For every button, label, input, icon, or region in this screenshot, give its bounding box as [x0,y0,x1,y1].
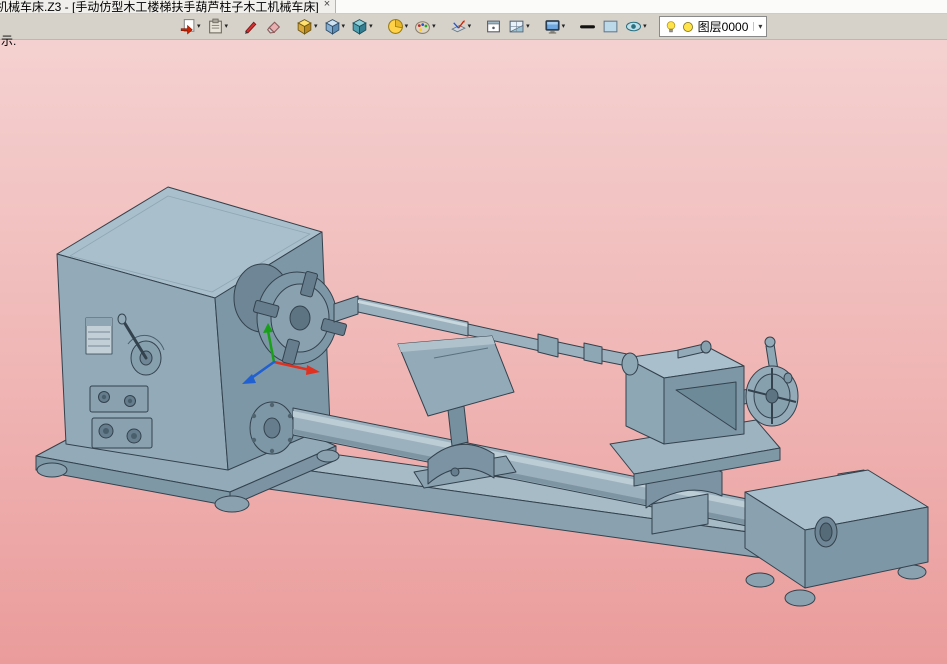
dropdown-caret[interactable]: ▾ [225,23,229,30]
dropdown-caret[interactable]: ▾ [197,23,201,30]
line-width-button[interactable] [576,16,599,38]
dropdown-caret[interactable]: ▾ [432,23,436,30]
toolbar-buttons: ▾ ▾ ▾ ▾ ▾ ▾ ▾ ▾ ▾ ▾ ▾ [176,16,650,38]
dropdown-caret[interactable]: ▾ [643,23,647,30]
swatch-blue-icon [602,18,619,35]
foot-block[interactable] [744,469,929,607]
prompt-text: 示. [1,34,17,48]
dropdown-caret[interactable]: ▾ [369,23,373,30]
dropdown-caret[interactable]: ▾ [405,23,409,30]
viewport[interactable]: 示. [0,34,947,664]
tab-close-button[interactable]: × [324,0,330,10]
layer-combo-caret[interactable]: ▾ [753,22,762,31]
layer-combo[interactable]: 图层0000 ▾ [658,16,768,37]
dropdown-caret[interactable]: ▾ [526,23,530,30]
cube-blue-icon [324,18,341,35]
page-redo-icon [179,18,196,35]
button-panel-upper[interactable] [89,385,149,413]
cube-yellow-icon [296,18,313,35]
annotate-pen-button[interactable] [239,16,262,38]
line-black-icon [579,18,596,35]
pen-red-icon [242,18,259,35]
lathe-model[interactable] [35,186,929,607]
document-title: 机械车床.Z3 - [手动仿型木工楼梯扶手葫芦柱子木工机械车床] [0,0,319,14]
toolbar: ▾ ▾ ▾ ▾ ▾ ▾ ▾ ▾ ▾ ▾ ▾ 图层0000 ▾ [0,14,947,40]
work-plane-button[interactable]: ▾ [447,16,475,38]
document-tab[interactable]: 机械车床.Z3 - [手动仿型木工楼梯扶手葫芦柱子木工机械车床] × [0,0,337,14]
view-standard-button[interactable]: ▾ [321,16,349,38]
view-orientation-button[interactable]: ▾ [293,16,321,38]
monitor-icon [544,18,561,35]
pie-yellow-icon [387,18,404,35]
dropdown-caret[interactable]: ▾ [468,23,472,30]
screen-view-button[interactable]: ▾ [541,16,569,38]
bulb-icon [664,20,678,34]
appearance-palette-button[interactable]: ▾ [411,16,439,38]
palette-icon [414,18,431,35]
view-previous-button[interactable]: ▾ [176,16,204,38]
frame-icon [485,18,502,35]
viewport-window-button[interactable] [482,16,505,38]
spindle-flange[interactable] [249,401,295,455]
clipboard-button[interactable]: ▾ [204,16,232,38]
cube-shaded-icon [351,18,368,35]
layer-combo-value: 图层0000 [697,20,749,34]
eraser-button[interactable] [262,16,285,38]
dropdown-caret[interactable]: ▾ [562,23,566,30]
eye-icon [625,18,642,35]
render-quality-button[interactable]: ▾ [384,16,412,38]
eraser-icon [265,18,282,35]
clipboard-icon [207,18,224,35]
tailstock-handwheel[interactable] [745,336,799,427]
dropdown-caret[interactable]: ▾ [342,23,346,30]
button-panel-lower[interactable] [91,417,153,449]
background-color-button[interactable] [599,16,622,38]
visibility-button[interactable]: ▾ [622,16,650,38]
layer-color-icon [681,20,695,34]
display-style-button[interactable]: ▾ [348,16,376,38]
plane-axis-icon [450,18,467,35]
titlebar: 机械车床.Z3 - [手动仿型木工楼梯扶手葫芦柱子木工机械车床] × [0,0,947,14]
dropdown-caret[interactable]: ▾ [314,23,318,30]
viewport-canvas[interactable] [0,40,947,664]
grid-plane-icon [508,18,525,35]
grid-display-button[interactable]: ▾ [505,16,533,38]
